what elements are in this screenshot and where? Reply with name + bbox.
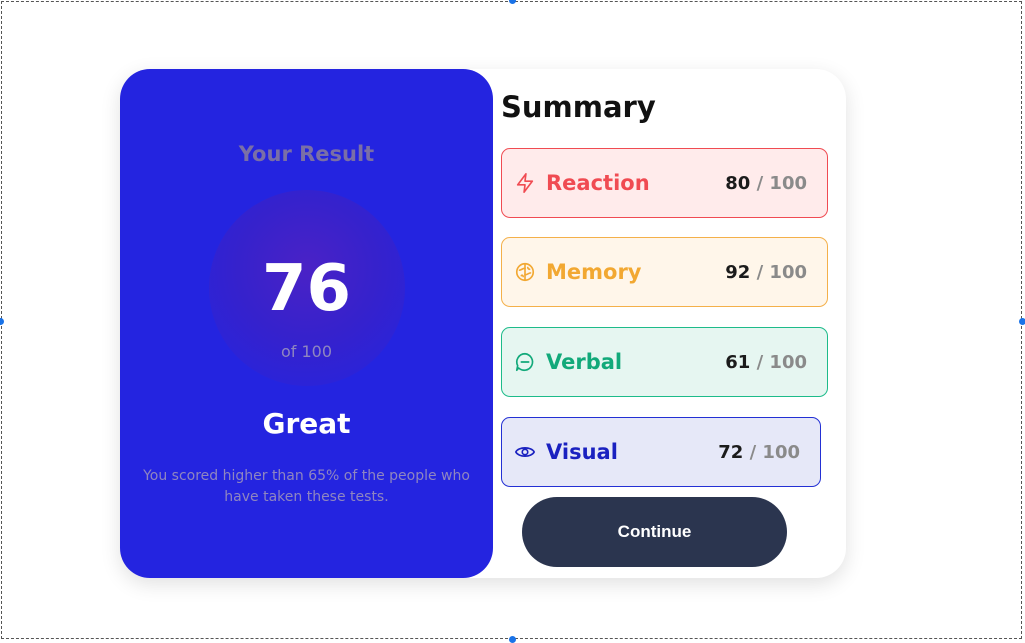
result-title: Your Result bbox=[238, 142, 375, 166]
resize-handle-right[interactable] bbox=[1019, 318, 1025, 325]
rating-label: Great bbox=[262, 407, 351, 440]
score-value: 76 bbox=[261, 252, 352, 326]
summary-item-label: Memory bbox=[546, 260, 642, 284]
summary-title: Summary bbox=[501, 90, 656, 124]
lightning-icon bbox=[516, 173, 534, 193]
eye-icon bbox=[514, 447, 536, 457]
summary-item-score: 72 / 100 bbox=[718, 442, 800, 463]
summary-item-verbal: Verbal 61 / 100 bbox=[501, 327, 828, 397]
summary-item-label: Verbal bbox=[546, 350, 623, 374]
summary-item-memory: Memory 92 / 100 bbox=[501, 237, 828, 307]
brain-icon bbox=[515, 262, 535, 282]
result-panel: Your Result 76 of 100 Great You scored h… bbox=[120, 69, 493, 578]
summary-item-visual: Visual 72 / 100 bbox=[501, 417, 821, 487]
continue-button[interactable]: Continue bbox=[522, 497, 787, 567]
summary-item-label: Reaction bbox=[546, 171, 650, 195]
chat-bubble-icon bbox=[515, 352, 534, 372]
score-of-total: of 100 bbox=[280, 342, 333, 361]
summary-item-label: Visual bbox=[546, 440, 618, 464]
summary-item-score: 92 / 100 bbox=[725, 262, 807, 283]
summary-item-score: 80 / 100 bbox=[725, 173, 807, 194]
summary-item-score: 61 / 100 bbox=[725, 352, 807, 373]
result-description: You scored higher than 65% of the people… bbox=[143, 468, 470, 505]
summary-item-reaction: Reaction 80 / 100 bbox=[501, 148, 828, 218]
